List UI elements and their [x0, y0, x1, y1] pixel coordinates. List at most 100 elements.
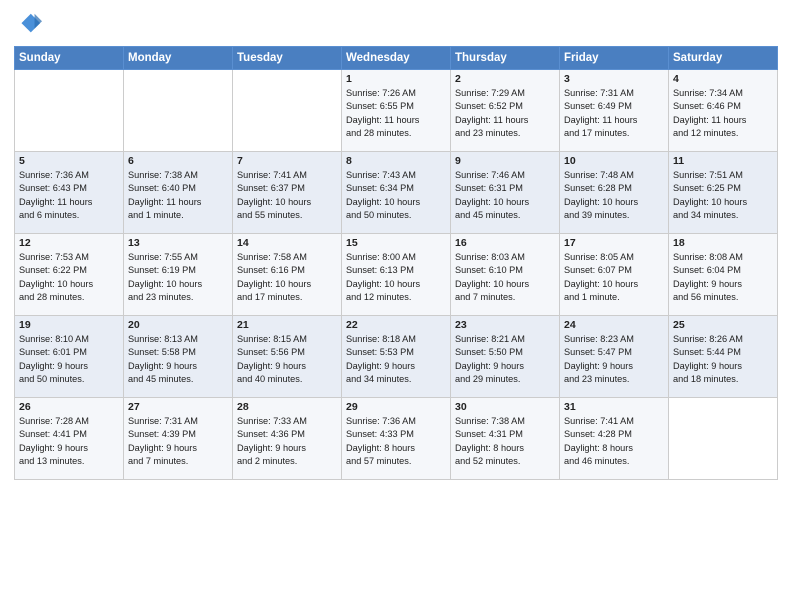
- day-number: 10: [564, 155, 664, 167]
- day-number: 24: [564, 319, 664, 331]
- calendar-week-5: 26 Sunrise: 7:28 AM Sunset: 4:41 PM Dayli…: [15, 398, 778, 480]
- day-number: 12: [19, 237, 119, 249]
- day-number: 9: [455, 155, 555, 167]
- cell-info: Sunrise: 7:41 AM Sunset: 6:37 PM Dayligh…: [237, 169, 337, 222]
- cell-info: Sunrise: 7:38 AM Sunset: 4:31 PM Dayligh…: [455, 415, 555, 468]
- cell-info: Sunrise: 8:23 AM Sunset: 5:47 PM Dayligh…: [564, 333, 664, 386]
- calendar-week-3: 12 Sunrise: 7:53 AM Sunset: 6:22 PM Dayli…: [15, 234, 778, 316]
- calendar-cell: 6 Sunrise: 7:38 AM Sunset: 6:40 PM Daylig…: [124, 152, 233, 234]
- calendar-cell: 14 Sunrise: 7:58 AM Sunset: 6:16 PM Dayli…: [233, 234, 342, 316]
- calendar-cell: 16 Sunrise: 8:03 AM Sunset: 6:10 PM Dayli…: [451, 234, 560, 316]
- calendar-cell: 26 Sunrise: 7:28 AM Sunset: 4:41 PM Dayli…: [15, 398, 124, 480]
- cell-info: Sunrise: 7:26 AM Sunset: 6:55 PM Dayligh…: [346, 87, 446, 140]
- day-number: 13: [128, 237, 228, 249]
- day-number: 8: [346, 155, 446, 167]
- calendar-cell: 17 Sunrise: 8:05 AM Sunset: 6:07 PM Dayli…: [560, 234, 669, 316]
- cell-info: Sunrise: 7:58 AM Sunset: 6:16 PM Dayligh…: [237, 251, 337, 304]
- calendar-cell: 25 Sunrise: 8:26 AM Sunset: 5:44 PM Dayli…: [669, 316, 778, 398]
- day-number: 15: [346, 237, 446, 249]
- calendar-cell: 23 Sunrise: 8:21 AM Sunset: 5:50 PM Dayli…: [451, 316, 560, 398]
- header-day-wednesday: Wednesday: [342, 47, 451, 70]
- calendar-cell: 7 Sunrise: 7:41 AM Sunset: 6:37 PM Daylig…: [233, 152, 342, 234]
- day-number: 25: [673, 319, 773, 331]
- day-number: 14: [237, 237, 337, 249]
- cell-info: Sunrise: 7:36 AM Sunset: 6:43 PM Dayligh…: [19, 169, 119, 222]
- header-day-sunday: Sunday: [15, 47, 124, 70]
- calendar-week-2: 5 Sunrise: 7:36 AM Sunset: 6:43 PM Daylig…: [15, 152, 778, 234]
- header: [14, 10, 778, 38]
- calendar-cell: 27 Sunrise: 7:31 AM Sunset: 4:39 PM Dayli…: [124, 398, 233, 480]
- day-number: 27: [128, 401, 228, 413]
- day-number: 16: [455, 237, 555, 249]
- calendar-cell: 3 Sunrise: 7:31 AM Sunset: 6:49 PM Daylig…: [560, 70, 669, 152]
- calendar-cell: 31 Sunrise: 7:41 AM Sunset: 4:28 PM Dayli…: [560, 398, 669, 480]
- header-day-thursday: Thursday: [451, 47, 560, 70]
- calendar-cell: 4Sunrise: 7:34 AM Sunset: 6:46 PM Daylig…: [669, 70, 778, 152]
- day-number: 22: [346, 319, 446, 331]
- day-number: 31: [564, 401, 664, 413]
- cell-info: Sunrise: 8:26 AM Sunset: 5:44 PM Dayligh…: [673, 333, 773, 386]
- day-number: 20: [128, 319, 228, 331]
- day-number: 30: [455, 401, 555, 413]
- header-day-saturday: Saturday: [669, 47, 778, 70]
- calendar-cell: [669, 398, 778, 480]
- calendar-cell: 2 Sunrise: 7:29 AM Sunset: 6:52 PM Daylig…: [451, 70, 560, 152]
- page: SundayMondayTuesdayWednesdayThursdayFrid…: [0, 0, 792, 612]
- cell-info: Sunrise: 7:53 AM Sunset: 6:22 PM Dayligh…: [19, 251, 119, 304]
- day-number: 11: [673, 155, 773, 167]
- calendar-table: SundayMondayTuesdayWednesdayThursdayFrid…: [14, 46, 778, 480]
- cell-info: Sunrise: 7:33 AM Sunset: 4:36 PM Dayligh…: [237, 415, 337, 468]
- day-number: 23: [455, 319, 555, 331]
- cell-info: Sunrise: 8:10 AM Sunset: 6:01 PM Dayligh…: [19, 333, 119, 386]
- cell-info: Sunrise: 7:51 AM Sunset: 6:25 PM Dayligh…: [673, 169, 773, 222]
- calendar-cell: [233, 70, 342, 152]
- cell-info: Sunrise: 7:31 AM Sunset: 4:39 PM Dayligh…: [128, 415, 228, 468]
- calendar-header-row: SundayMondayTuesdayWednesdayThursdayFrid…: [15, 47, 778, 70]
- cell-info: Sunrise: 8:15 AM Sunset: 5:56 PM Dayligh…: [237, 333, 337, 386]
- day-number: 26: [19, 401, 119, 413]
- day-number: 29: [346, 401, 446, 413]
- day-number: 2: [455, 73, 555, 85]
- cell-info: Sunrise: 8:13 AM Sunset: 5:58 PM Dayligh…: [128, 333, 228, 386]
- calendar-cell: 10 Sunrise: 7:48 AM Sunset: 6:28 PM Dayli…: [560, 152, 669, 234]
- calendar-cell: 5 Sunrise: 7:36 AM Sunset: 6:43 PM Daylig…: [15, 152, 124, 234]
- logo-icon: [14, 10, 42, 38]
- cell-info: Sunrise: 7:38 AM Sunset: 6:40 PM Dayligh…: [128, 169, 228, 222]
- day-number: 28: [237, 401, 337, 413]
- calendar-cell: 18Sunrise: 8:08 AM Sunset: 6:04 PM Dayli…: [669, 234, 778, 316]
- cell-info: Sunrise: 8:00 AM Sunset: 6:13 PM Dayligh…: [346, 251, 446, 304]
- day-number: 17: [564, 237, 664, 249]
- cell-info: Sunrise: 8:03 AM Sunset: 6:10 PM Dayligh…: [455, 251, 555, 304]
- day-number: 6: [128, 155, 228, 167]
- cell-info: Sunrise: 7:48 AM Sunset: 6:28 PM Dayligh…: [564, 169, 664, 222]
- calendar-cell: 15 Sunrise: 8:00 AM Sunset: 6:13 PM Dayli…: [342, 234, 451, 316]
- logo: [14, 10, 46, 38]
- cell-info: Sunrise: 8:05 AM Sunset: 6:07 PM Dayligh…: [564, 251, 664, 304]
- header-day-friday: Friday: [560, 47, 669, 70]
- day-number: 3: [564, 73, 664, 85]
- cell-info: Sunrise: 7:36 AM Sunset: 4:33 PM Dayligh…: [346, 415, 446, 468]
- day-number: 5: [19, 155, 119, 167]
- calendar-cell: 28 Sunrise: 7:33 AM Sunset: 4:36 PM Dayli…: [233, 398, 342, 480]
- calendar-cell: 29 Sunrise: 7:36 AM Sunset: 4:33 PM Dayli…: [342, 398, 451, 480]
- cell-info: Sunrise: 7:46 AM Sunset: 6:31 PM Dayligh…: [455, 169, 555, 222]
- cell-info: Sunrise: 7:41 AM Sunset: 4:28 PM Dayligh…: [564, 415, 664, 468]
- day-number: 21: [237, 319, 337, 331]
- cell-info: Sunrise: 7:28 AM Sunset: 4:41 PM Dayligh…: [19, 415, 119, 468]
- calendar-cell: 19Sunrise: 8:10 AM Sunset: 6:01 PM Dayli…: [15, 316, 124, 398]
- cell-info: Sunrise: 7:29 AM Sunset: 6:52 PM Dayligh…: [455, 87, 555, 140]
- calendar-cell: 30 Sunrise: 7:38 AM Sunset: 4:31 PM Dayli…: [451, 398, 560, 480]
- calendar-cell: 8Sunrise: 7:43 AM Sunset: 6:34 PM Daylig…: [342, 152, 451, 234]
- cell-info: Sunrise: 8:21 AM Sunset: 5:50 PM Dayligh…: [455, 333, 555, 386]
- calendar-cell: 11 Sunrise: 7:51 AM Sunset: 6:25 PM Dayli…: [669, 152, 778, 234]
- day-number: 18: [673, 237, 773, 249]
- calendar-cell: 20 Sunrise: 8:13 AM Sunset: 5:58 PM Dayli…: [124, 316, 233, 398]
- calendar-cell: [124, 70, 233, 152]
- calendar-cell: 22Sunrise: 8:18 AM Sunset: 5:53 PM Dayli…: [342, 316, 451, 398]
- calendar-cell: 21 Sunrise: 8:15 AM Sunset: 5:56 PM Dayli…: [233, 316, 342, 398]
- day-number: 7: [237, 155, 337, 167]
- calendar-cell: 13Sunrise: 7:55 AM Sunset: 6:19 PM Dayli…: [124, 234, 233, 316]
- calendar-cell: 12 Sunrise: 7:53 AM Sunset: 6:22 PM Dayli…: [15, 234, 124, 316]
- cell-info: Sunrise: 7:31 AM Sunset: 6:49 PM Dayligh…: [564, 87, 664, 140]
- header-day-tuesday: Tuesday: [233, 47, 342, 70]
